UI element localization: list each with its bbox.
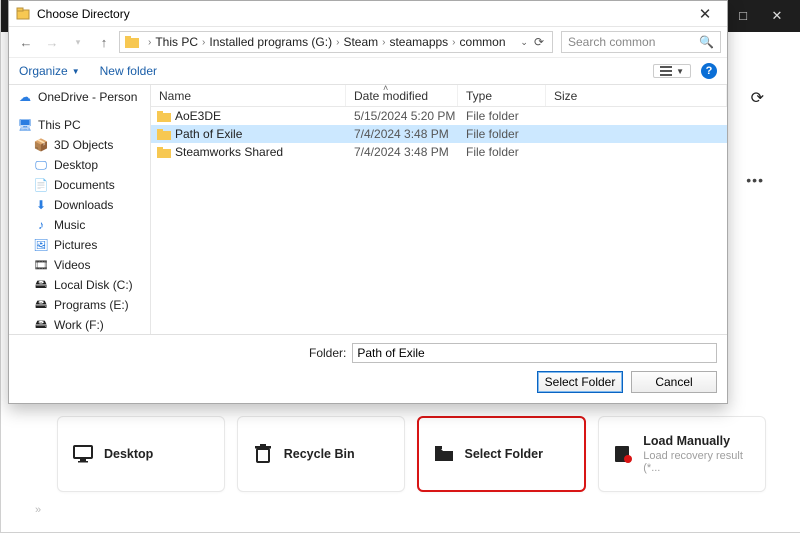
trash-icon xyxy=(252,443,274,465)
breadcrumb-refresh-icon[interactable]: ⟳ xyxy=(534,35,544,49)
file-list: Name ˄ Date modified Type Size AoE3DE 5/… xyxy=(151,85,727,334)
music-icon: ♪ xyxy=(33,218,49,232)
breadcrumb[interactable]: › This PC › Installed programs (G:) › St… xyxy=(119,31,553,53)
breadcrumb-seg-3[interactable]: steamapps xyxy=(389,35,448,49)
card-select-folder[interactable]: Select Folder xyxy=(417,416,587,492)
file-row[interactable]: Path of Exile 7/4/2024 3:48 PM File fold… xyxy=(151,125,727,143)
folder-label: Folder: xyxy=(309,346,346,360)
file-row[interactable]: Steamworks Shared 7/4/2024 3:48 PM File … xyxy=(151,143,727,161)
nav-back-button[interactable]: ← xyxy=(15,35,37,50)
tree-3d-objects[interactable]: 📦3D Objects xyxy=(9,135,150,155)
choose-directory-dialog: Choose Directory ✕ ← → ▾ ↑ › This PC › I… xyxy=(8,0,728,404)
tree-desktop[interactable]: 🖵Desktop xyxy=(9,155,150,175)
card-recycle-label: Recycle Bin xyxy=(284,447,355,461)
more-icon[interactable]: ••• xyxy=(746,172,764,188)
breadcrumb-seg-2[interactable]: Steam xyxy=(343,35,378,49)
breadcrumb-seg-0[interactable]: This PC xyxy=(155,35,198,49)
organize-menu[interactable]: Organize ▼ xyxy=(19,64,80,78)
chevron-right-icon: › xyxy=(198,37,209,48)
dialog-close-button[interactable]: ✕ xyxy=(687,5,723,23)
card-load-sub: Load recovery result (*... xyxy=(643,450,751,474)
tree-pictures[interactable]: 🖼Pictures xyxy=(9,235,150,255)
cloud-icon: ☁ xyxy=(17,90,33,104)
dialog-nav: ← → ▾ ↑ › This PC › Installed programs (… xyxy=(9,27,727,57)
col-size[interactable]: Size xyxy=(546,85,727,106)
search-placeholder: Search common xyxy=(568,35,655,49)
file-list-header: Name ˄ Date modified Type Size xyxy=(151,85,727,107)
tree-onedrive[interactable]: ☁OneDrive - Person xyxy=(9,87,150,107)
pictures-icon: 🖼 xyxy=(33,238,49,252)
chevron-right-icon: › xyxy=(378,37,389,48)
disk-icon: 🖴 xyxy=(33,275,49,295)
folder-icon xyxy=(157,146,171,158)
col-name[interactable]: Name xyxy=(151,85,346,106)
card-recycle-bin[interactable]: Recycle Bin xyxy=(237,416,405,492)
folder-input[interactable] xyxy=(352,343,717,363)
file-row[interactable]: AoE3DE 5/15/2024 5:20 PM File folder xyxy=(151,107,727,125)
tree-disk-c[interactable]: 🖴Local Disk (C:) xyxy=(9,275,150,295)
chevron-down-icon: ▼ xyxy=(676,67,684,76)
load-icon xyxy=(613,443,633,465)
tree-videos[interactable]: 🎞Videos xyxy=(9,255,150,275)
maximize-button[interactable]: □ xyxy=(726,0,760,32)
nav-tree: ☁OneDrive - Person 🖥This PC 📦3D Objects … xyxy=(9,85,151,334)
nav-recent-dropdown[interactable]: ▾ xyxy=(67,37,89,48)
card-desktop-label: Desktop xyxy=(104,447,153,461)
search-icon: 🔍 xyxy=(699,35,714,49)
disk-icon: 🖴 xyxy=(33,295,49,315)
col-type[interactable]: Type xyxy=(458,85,546,106)
objects-icon: 📦 xyxy=(33,138,49,152)
downloads-icon: ⬇ xyxy=(33,198,49,212)
chevron-down-icon: ▼ xyxy=(72,67,80,76)
chevron-right-icon: › xyxy=(332,37,343,48)
card-load-manually[interactable]: Load Manually Load recovery result (*... xyxy=(598,416,766,492)
folder-plus-icon xyxy=(433,443,455,465)
view-options-button[interactable]: ▼ xyxy=(653,64,691,78)
col-date[interactable]: Date modified xyxy=(346,85,458,106)
chevron-right-icon: › xyxy=(448,37,459,48)
desktop-icon xyxy=(72,443,94,465)
card-desktop[interactable]: Desktop xyxy=(57,416,225,492)
breadcrumb-dropdown-icon[interactable]: ⌄ xyxy=(520,37,528,48)
folder-icon xyxy=(157,110,171,122)
pc-icon: 🖥 xyxy=(17,118,33,132)
disk-icon: 🖴 xyxy=(33,315,49,334)
tree-documents[interactable]: 📄Documents xyxy=(9,175,150,195)
videos-icon: 🎞 xyxy=(33,258,49,272)
tree-downloads[interactable]: ⬇Downloads xyxy=(9,195,150,215)
card-select-folder-label: Select Folder xyxy=(465,447,544,461)
quick-access-row: Desktop Recycle Bin Select Folder xyxy=(57,416,766,492)
organize-label: Organize xyxy=(19,64,68,78)
chevrons-icon[interactable]: » xyxy=(35,504,41,516)
breadcrumb-folder-icon xyxy=(124,34,140,50)
search-input[interactable]: Search common 🔍 xyxy=(561,31,721,53)
list-icon xyxy=(660,66,672,76)
help-icon[interactable]: ? xyxy=(701,63,717,79)
tree-disk-e[interactable]: 🖴Programs (E:) xyxy=(9,295,150,315)
dialog-bottom: Folder: Select Folder Cancel xyxy=(9,334,727,403)
dialog-main: ☁OneDrive - Person 🖥This PC 📦3D Objects … xyxy=(9,85,727,334)
nav-forward-button[interactable]: → xyxy=(41,35,63,50)
refresh-icon[interactable]: ⟳ xyxy=(751,88,764,108)
tree-disk-f[interactable]: 🖴Work (F:) xyxy=(9,315,150,334)
dialog-titlebar: Choose Directory ✕ xyxy=(9,1,727,27)
select-folder-button[interactable]: Select Folder xyxy=(537,371,623,393)
cancel-button[interactable]: Cancel xyxy=(631,371,717,393)
desktop-icon: 🖵 xyxy=(33,158,49,173)
dialog-title: Choose Directory xyxy=(37,7,130,21)
tree-music[interactable]: ♪Music xyxy=(9,215,150,235)
documents-icon: 📄 xyxy=(33,178,49,192)
nav-up-button[interactable]: ↑ xyxy=(93,35,115,50)
chevron-right-icon: › xyxy=(144,37,155,48)
breadcrumb-seg-4[interactable]: common xyxy=(460,35,506,49)
close-button[interactable]: ✕ xyxy=(760,0,794,32)
tree-this-pc[interactable]: 🖥This PC xyxy=(9,115,150,135)
dialog-toolbar: Organize ▼ New folder ▼ ? xyxy=(9,57,727,85)
new-folder-button[interactable]: New folder xyxy=(100,64,157,78)
sort-indicator-icon: ˄ xyxy=(383,85,388,93)
dialog-icon xyxy=(15,6,31,22)
breadcrumb-seg-1[interactable]: Installed programs (G:) xyxy=(209,35,332,49)
card-load-label: Load Manually xyxy=(643,434,751,448)
folder-icon xyxy=(157,128,171,140)
